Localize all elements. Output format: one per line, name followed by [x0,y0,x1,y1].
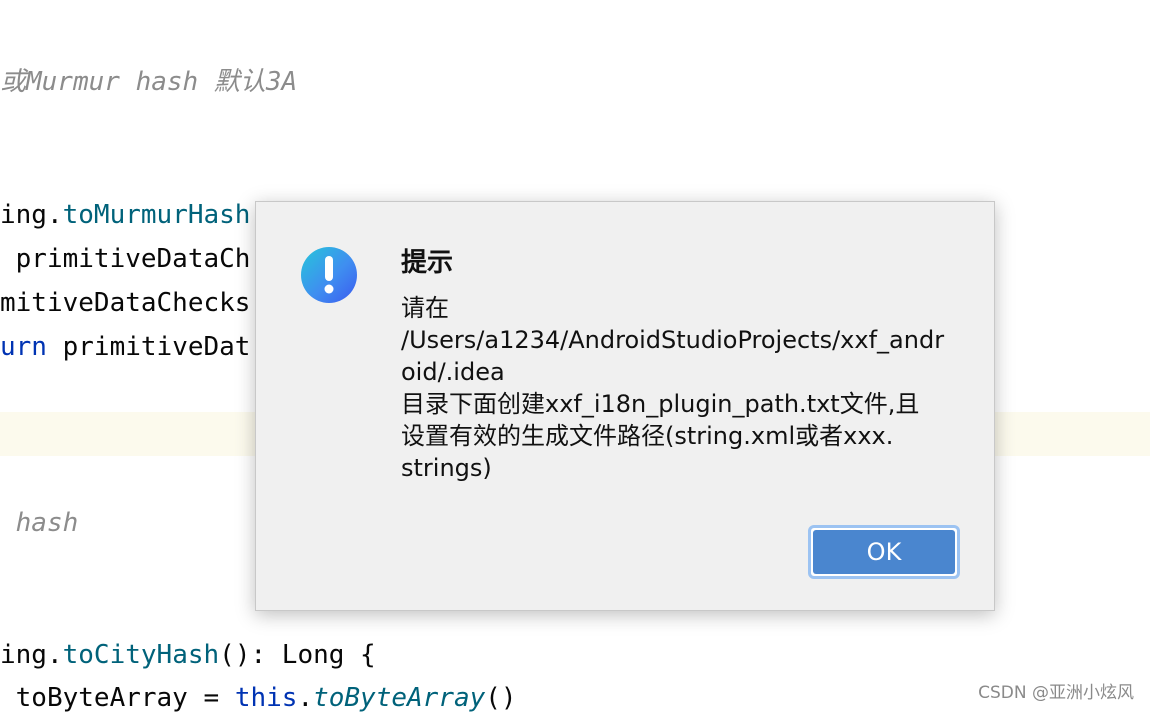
code-token: () [485,683,517,713]
alert-dialog: 提示 请在 /Users/a1234/AndroidStudioProjects… [255,201,995,611]
code-token: hash [0,508,79,538]
watermark: CSDN @亚洲小炫风 [978,683,1134,703]
dialog-message: 请在 /Users/a1234/AndroidStudioProjects/xx… [401,294,945,482]
code-token: toMurmurHash [62,200,251,230]
code-comment-line: hash [0,505,79,541]
code-line: ing.toMurmurHash [0,197,250,233]
code-token: toByteArray = [0,683,235,713]
code-token: ing. [0,200,63,230]
ok-button[interactable]: OK [808,525,960,579]
code-token: 或Murmur hash 默认3A [0,67,298,97]
dialog-title: 提示 [401,248,454,278]
code-line: urn primitiveDat [0,329,250,365]
code-token: mitiveDataChecks [0,288,251,318]
code-token: urn [0,332,47,362]
code-comment-line: 或Murmur hash 默认3A [0,64,297,100]
code-token: ing. [0,640,63,670]
ok-button-label: OK [813,530,955,574]
code-token: toByteArray [313,683,486,713]
code-line: toByteArray = this.toByteArray() [0,680,517,716]
code-line: primitiveDataCh [0,241,251,277]
exclamation-icon [301,247,357,303]
code-line: mitiveDataChecks [0,285,250,321]
code-token: primitiveDataCh [0,244,251,274]
code-token: toCityHash [62,640,220,670]
code-token: primitiveDat [46,332,251,362]
code-token: (): Long { [219,640,376,670]
code-token: . [297,683,314,713]
code-token: this [234,683,298,713]
code-line: ing.toCityHash(): Long { [0,637,376,673]
